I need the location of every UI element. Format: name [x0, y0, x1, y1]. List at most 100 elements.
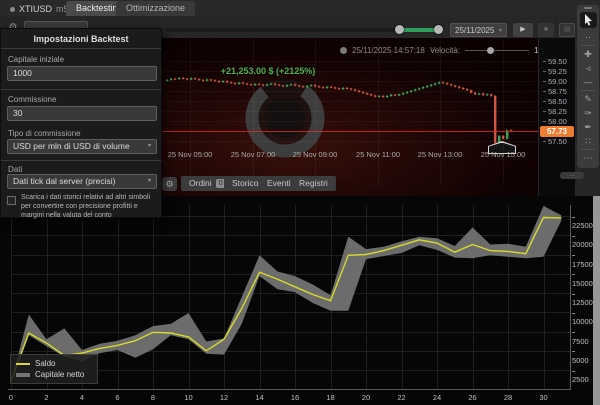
chevron-down-icon: ▾ — [498, 27, 502, 34]
equity-x-tick-label: 12 — [219, 393, 229, 402]
divider — [1, 89, 161, 90]
dati-value: Dati tick dal server (precisi) — [13, 176, 116, 186]
play-button[interactable]: ▶ — [513, 23, 533, 37]
legend-row-saldo: Saldo — [16, 358, 92, 369]
equity-y-tick-label: 15000 — [572, 270, 593, 288]
backtest-slider-handle-end[interactable] — [434, 25, 443, 34]
brush-tool-icon[interactable]: ✑ — [579, 106, 597, 120]
commissione-label: Commissione — [8, 95, 57, 104]
pattern-grid-tool-icon[interactable]: ∷ — [579, 134, 597, 148]
commissione-input[interactable]: 30 — [7, 106, 157, 121]
playback-timestamp: 25/11/2025 14:57:18 — [352, 45, 425, 55]
price-tick-label: 58.75 — [543, 87, 567, 96]
panel-note: Scarica i dati storici relativi ad altri… — [21, 194, 151, 220]
equity-x-tick-label: 10 — [184, 393, 193, 402]
equity-x-tick-label: 28 — [503, 393, 513, 402]
tab-label: Ordini — [189, 178, 212, 188]
report-button[interactable]: ▤ — [559, 23, 575, 37]
speed-slider-handle[interactable] — [487, 46, 495, 54]
legend-row-capitale: Capitale netto — [16, 369, 92, 380]
price-tick-label: 57.50 — [543, 137, 567, 146]
tab-label: Registri — [299, 178, 328, 188]
horizontal-line-tool-icon[interactable]: ― — [579, 75, 597, 89]
backtest-settings-panel: Impostazioni Backtest Capitale iniziale … — [0, 28, 162, 220]
tab-label: Eventi — [267, 178, 291, 188]
backtesting-window: XTIUSD m5 Backtesting Ottimizzazione ⚙ 2… — [0, 0, 600, 405]
panel-gear-button[interactable]: ⚙ — [162, 177, 177, 191]
price-tick-label: 58.00 — [543, 117, 567, 126]
equity-x-tick-label: 26 — [468, 393, 477, 402]
equity-x-tick-label: 20 — [361, 393, 371, 402]
backtest-progress-fill — [400, 28, 438, 32]
equity-x-tick-label: 6 — [115, 393, 120, 402]
top-tab-bar: XTIUSD m5 Backtesting Ottimizzazione — [0, 0, 600, 16]
speed-label: Velocità: — [429, 45, 461, 55]
crosshair-tool-icon[interactable]: ✚ — [579, 47, 597, 61]
equity-x-axis-line — [8, 389, 570, 390]
cursor-arrow-icon — [584, 14, 592, 26]
equity-x-tick-label: 2 — [44, 393, 49, 402]
tipo-commissione-label: Tipo di commissione — [8, 129, 81, 138]
equity-y-tick-label: 10000 — [572, 308, 593, 326]
equity-x-tick-label: 0 — [8, 393, 14, 402]
equity-chart[interactable]: 0 2 4 6 8 10 12 14 16 18 20 22 24 26 28 30 2500 5000 7500 1… — [0, 196, 593, 405]
symbol-status-dot-icon — [10, 6, 15, 12]
equity-x-tick-label: 14 — [255, 393, 264, 402]
equity-x-tick-label: 4 — [79, 393, 85, 402]
current-price-badge: 57.73 — [540, 126, 574, 137]
price-tick-label: 58.50 — [543, 97, 567, 106]
tab-registri[interactable]: Registri — [291, 176, 336, 191]
equity-y-tick-label: 20000 — [572, 231, 593, 249]
stop-button[interactable]: ■ — [538, 23, 554, 37]
cursor-tool[interactable] — [579, 12, 597, 28]
marker-tool-icon[interactable]: ◃ — [579, 61, 597, 75]
price-tick-label: 59.00 — [543, 77, 567, 86]
equity-y-axis-line — [570, 205, 571, 390]
sidebar-collapse-handle[interactable]: … — [560, 172, 584, 179]
capitale-netto-swatch-icon — [16, 372, 30, 377]
more-tools-icon[interactable]: ⋯ — [579, 151, 597, 165]
equity-legend: Saldo Capitale netto — [10, 354, 98, 384]
download-data-checkbox[interactable] — [7, 196, 16, 205]
speed-slider[interactable] — [465, 46, 530, 54]
equity-x-tick-label: 24 — [432, 393, 442, 402]
dots-tool-icon[interactable]: ·· — [579, 30, 597, 44]
chart-tools-sidebar: ·· ✚ ◃ ― ✎ ✑ ✒ ∷ ⋯ — [577, 5, 599, 168]
legend-capitale-label: Capitale netto — [35, 370, 85, 379]
panel-title: Impostazioni Backtest — [33, 34, 129, 44]
pen-tool-icon[interactable]: ✒ — [579, 120, 597, 134]
tab-ottimizzazione[interactable]: Ottimizzazione — [116, 1, 196, 16]
equity-x-tick-label: 16 — [290, 393, 300, 402]
equity-x-tick-label: 18 — [326, 393, 335, 402]
equity-x-tick-label: 8 — [150, 393, 156, 402]
saldo-swatch-icon — [16, 362, 30, 365]
tipo-commissione-select[interactable]: USD per mln di USD di volume ▾ — [7, 139, 157, 154]
playback-status-dot-icon — [340, 46, 347, 54]
capitale-iniziale-label: Capitale iniziale — [8, 55, 65, 64]
symbol-label[interactable]: XTIUSD m5 — [6, 2, 73, 16]
capitale-iniziale-input[interactable]: 1000 — [7, 66, 157, 81]
equity-y-tick-label: 17500 — [572, 251, 593, 269]
equity-x-tick-label: 30 — [539, 393, 548, 402]
vertical-scrollbar[interactable] — [593, 196, 600, 405]
collapse-dash-icon[interactable] — [584, 7, 592, 9]
chevron-down-icon: ▾ — [147, 178, 151, 184]
legend-saldo-label: Saldo — [35, 359, 56, 368]
tab-label: Storico — [232, 178, 259, 188]
capitale-iniziale-value: 1000 — [13, 68, 32, 78]
pencil-tool-icon[interactable]: ✎ — [579, 92, 597, 106]
divider — [1, 160, 161, 161]
backtest-slider-handle-start[interactable] — [395, 25, 404, 34]
divider — [581, 45, 595, 46]
divider — [1, 48, 161, 49]
equity-y-tick-label: 7500 — [572, 328, 593, 346]
tipo-commissione-value: USD per mln di USD di volume — [13, 141, 130, 151]
chevron-down-icon: ▾ — [147, 143, 151, 149]
backtest-date-select[interactable]: 25/11/2025 ▾ — [450, 23, 507, 37]
backtest-date-value: 25/11/2025 — [455, 25, 495, 35]
equity-y-tick-label: 5000 — [572, 347, 593, 365]
price-tick-label: 59.50 — [543, 57, 567, 66]
symbol-name: XTIUSD — [19, 4, 53, 14]
dati-select[interactable]: Dati tick dal server (precisi) ▾ — [7, 174, 157, 189]
price-tick-label: 59.25 — [543, 67, 567, 76]
